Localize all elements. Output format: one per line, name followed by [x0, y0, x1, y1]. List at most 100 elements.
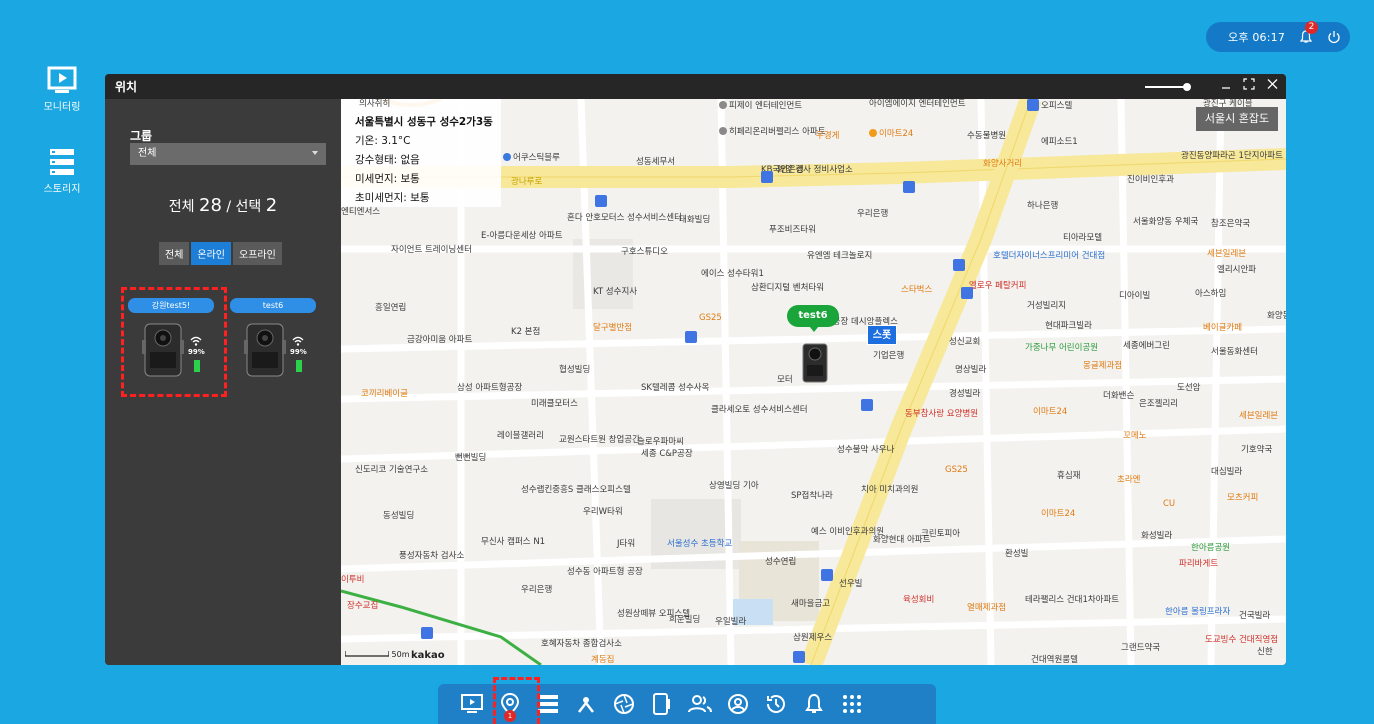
map-label: 의사취히 [359, 99, 391, 109]
map-label: 화성빌라 [1141, 531, 1173, 541]
map-label: 우리W타워 [583, 507, 623, 517]
map-label: 코끼리베이글 [361, 389, 408, 399]
map-label: 오피스텔 [1041, 101, 1073, 111]
highlight-box [493, 677, 540, 724]
filter-offline-button[interactable]: 오프라인 [233, 242, 282, 265]
bus-stop-icon [685, 331, 697, 343]
map-label: 선우빌 [839, 579, 863, 589]
bus-stop-icon [861, 399, 873, 411]
selected-label: 선택 [235, 199, 262, 215]
map-label: 구호스튜디오 [621, 247, 668, 257]
power-button[interactable] [1327, 30, 1341, 44]
dock-users-button[interactable] [688, 692, 712, 716]
map-label: 우일빌라 [715, 617, 747, 627]
dock-network-button[interactable] [574, 692, 598, 716]
total-count: 28 [199, 195, 222, 216]
map-label: 성신교회 [949, 337, 981, 347]
map-label: 금강아미움 아파트 [407, 335, 473, 345]
dock-apps-button[interactable] [840, 692, 864, 716]
map-label: 가중나무 어린이공원 [1025, 343, 1099, 353]
aperture-icon [614, 694, 634, 714]
map-label: 에피소드1 [1041, 137, 1078, 147]
map-label: 에이스 성수타워1 [701, 269, 764, 279]
map-label: 우경게 [816, 131, 840, 141]
map-label: 자이언트 트레이닝센터 [391, 245, 472, 255]
window-titlebar[interactable]: 위치 [105, 74, 1286, 99]
map-label: 대심빌라 [1211, 467, 1243, 477]
device-card[interactable]: test6 99% [230, 298, 316, 394]
map-label: 삼성 아파트형공장 [457, 383, 523, 393]
bus-stop-icon [1027, 99, 1039, 111]
map-label: 엔티엔서스 [341, 207, 381, 217]
filter-all-button[interactable]: 전체 [159, 242, 190, 265]
weather-fine-dust: 초미세먼지: 보통 [355, 192, 430, 204]
map-label: CU [1163, 499, 1176, 509]
dock-device-button[interactable] [650, 692, 674, 716]
map-label: 육성회비 [903, 595, 935, 605]
map-label: 기호약국 [1241, 445, 1273, 455]
map-label: 세종에버그린 [1123, 341, 1170, 351]
map-label: 하나은행 [1027, 201, 1059, 211]
map-view[interactable]: 서울특별시 성동구 성수2가3동 기온: 3.1°C 강수형태: 없음 미세먼지… [341, 99, 1286, 665]
map-label: 몽글제과점 [1083, 361, 1123, 371]
dock-camera-button[interactable] [612, 692, 636, 716]
map-scale: 50m [344, 650, 410, 659]
opacity-slider-handle[interactable] [1183, 83, 1191, 91]
group-select[interactable]: 전체 [130, 143, 326, 165]
map-label: 열매제과점 [967, 603, 1007, 613]
dock-monitor-button[interactable] [460, 692, 484, 716]
map-label: 베이글카페 [1203, 323, 1243, 333]
bodycam-icon [802, 343, 828, 383]
map-label: GS25 [699, 313, 722, 323]
scale-label: 50m [391, 650, 410, 659]
map-label: 엘리시안파 [1217, 265, 1257, 275]
map-label: 수동물병원 [967, 131, 1007, 141]
map-label: 교원스타트원 창업공간 [559, 435, 640, 445]
bodycam-icon [244, 323, 286, 377]
scale-bar [344, 651, 390, 657]
desktop-monitoring[interactable]: 모니터링 [32, 66, 92, 113]
spot-marker[interactable]: 스폿 [867, 325, 897, 345]
map-label: 호혜자동차 종합검사소 [541, 639, 622, 649]
map-label: 세븐일레븐 [1239, 411, 1279, 421]
weather-panel: 서울특별시 성동구 성수2가3동 기온: 3.1°C 강수형태: 없음 미세먼지… [341, 99, 501, 207]
filter-online-button[interactable]: 온라인 [191, 242, 232, 265]
notification-button[interactable]: 2 [1299, 21, 1319, 44]
map-label: 태화빌딩 [679, 215, 711, 225]
map-label: 그랜드약국 [1121, 643, 1161, 653]
map-label: 무신사 캠퍼스 N1 [481, 537, 546, 547]
map-label: 유엔엠 테크놀로지 [807, 251, 873, 261]
map-label: 새마을금고 [791, 599, 831, 609]
highlight-box [121, 287, 227, 397]
opacity-slider[interactable] [1145, 86, 1187, 88]
map-label: SP접착나라 [791, 491, 833, 501]
map-label: 호텔더자이너스프리미어 건대점 [993, 251, 1106, 261]
map-label: 기업은행 [873, 351, 905, 361]
status-bar: 오후 06:17 2 [1206, 21, 1350, 52]
map-label: 성수동 아파트형 공장 [567, 567, 643, 577]
map-label: 성동세무서 [636, 157, 676, 167]
map-label: 우리은행 [521, 585, 553, 595]
minimize-button[interactable] [1221, 78, 1231, 94]
map-label: 희운빌딩 [669, 615, 701, 625]
map-label: 성수연립 [765, 557, 797, 567]
device-map-marker[interactable]: test6 [787, 305, 839, 383]
maximize-button[interactable] [1243, 78, 1255, 94]
bus-stop-icon [595, 195, 607, 207]
dock-account-button[interactable] [726, 692, 750, 716]
map-label: 환성빌 [1005, 549, 1029, 559]
window-title: 위치 [115, 80, 138, 94]
clock: 오후 06:17 [1228, 31, 1286, 44]
map-label: 서울동화센터 [1211, 347, 1258, 357]
traffic-button[interactable]: 서울시 혼잡도 [1196, 107, 1278, 131]
storage-icon [538, 695, 558, 713]
map-label: 화양동교 [1267, 311, 1286, 321]
close-button[interactable] [1267, 78, 1278, 94]
map-label: 경성빌라 [949, 389, 981, 399]
map-label: 이투비 [341, 575, 365, 585]
dock-alarm-button[interactable] [802, 692, 826, 716]
map-label: 푸조비즈타워 [769, 225, 816, 235]
map-label: 크린토피아 [921, 529, 961, 539]
desktop-storage[interactable]: 스토리지 [32, 148, 92, 195]
dock-history-button[interactable] [764, 692, 788, 716]
